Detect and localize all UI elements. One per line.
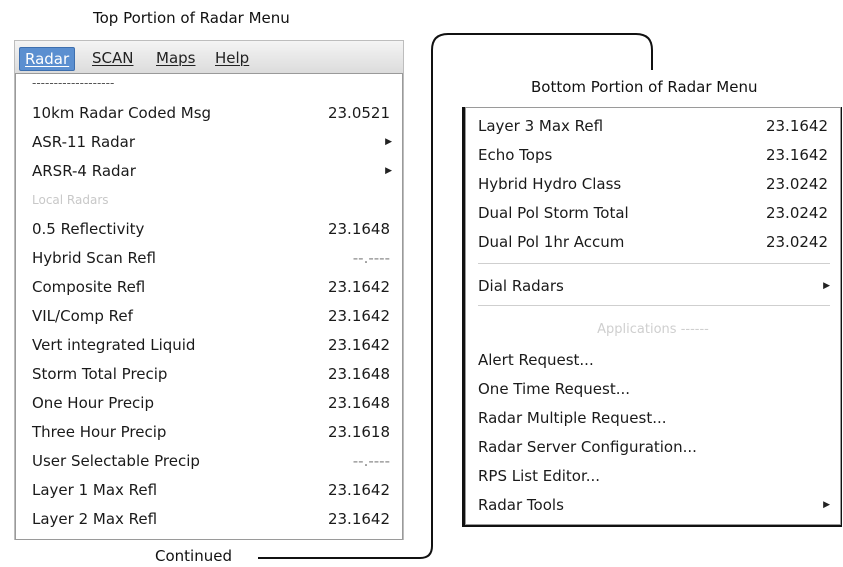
menu-item-label: Storm Total Precip: [32, 365, 168, 383]
menu-item-value: 23.1642: [327, 481, 390, 499]
menu-separator: [478, 263, 830, 264]
menu-item-vert-liquid[interactable]: Vert integrated Liquid 23.1642: [16, 332, 402, 361]
menu-item-label: Echo Tops: [478, 146, 553, 164]
submenu-arrow-icon: ▶: [385, 166, 392, 176]
submenu-arrow-icon: ▶: [385, 137, 392, 147]
menu-item-vil-comp[interactable]: VIL/Comp Ref 23.1642: [16, 303, 402, 332]
applications-header: Applications ------: [597, 322, 709, 337]
menu-item-label: Hybrid Hydro Class: [478, 175, 622, 193]
menu-item-label: One Hour Precip: [32, 394, 154, 412]
menu-item-radar-tools[interactable]: Radar Tools ▶: [466, 492, 840, 521]
menu-maps[interactable]: Maps: [151, 47, 200, 69]
submenu-arrow-icon: ▶: [823, 281, 830, 291]
menu-item-value: --.----: [352, 249, 390, 267]
menu-item-label: Composite Refl: [32, 278, 146, 296]
menu-item-label: 10km Radar Coded Msg: [32, 104, 212, 122]
menu-item-asr11[interactable]: ASR-11 Radar ▶: [16, 129, 402, 158]
menu-item-value: 23.0242: [765, 233, 828, 251]
menu-separator: [478, 305, 830, 306]
menu-item-reflectivity[interactable]: 0.5 Reflectivity 23.1648: [16, 216, 402, 245]
menu-item-user-selectable[interactable]: User Selectable Precip --.----: [16, 448, 402, 477]
menu-item-layer3[interactable]: Layer 3 Max Refl 23.1642: [466, 113, 840, 142]
menu-item-label: 0.5 Reflectivity: [32, 220, 145, 238]
menu-item-value: --.----: [352, 452, 390, 470]
tearoff-line[interactable]: -------------------: [32, 76, 114, 90]
menu-item-value: 23.0242: [765, 175, 828, 193]
menu-item-local-radars: Local Radars: [16, 187, 402, 216]
menu-item-radar-server-config[interactable]: Radar Server Configuration...: [466, 434, 840, 463]
menu-item-label: Hybrid Scan Refl: [32, 249, 156, 267]
menu-item-label: Radar Tools: [478, 496, 564, 514]
menu-item-label: User Selectable Precip: [32, 452, 200, 470]
menu-item-layer1[interactable]: Layer 1 Max Refl 23.1642: [16, 477, 402, 506]
menu-item-label: Three Hour Precip: [32, 423, 167, 441]
menu-item-hybrid-hydro[interactable]: Hybrid Hydro Class 23.0242: [466, 171, 840, 200]
caption-bottom: Bottom Portion of Radar Menu: [531, 78, 758, 96]
menu-item-one-hour[interactable]: One Hour Precip 23.1648: [16, 390, 402, 419]
menu-item-dual-pol-storm[interactable]: Dual Pol Storm Total 23.0242: [466, 200, 840, 229]
menu-item-label: Local Radars: [32, 193, 109, 207]
menu-item-label: ASR-11 Radar: [32, 133, 136, 151]
menu-item-dual-pol-1hr[interactable]: Dual Pol 1hr Accum 23.0242: [466, 229, 840, 258]
menu-item-value: 23.1648: [327, 220, 390, 238]
menubar: Radar SCAN Maps Help: [15, 41, 403, 74]
menu-item-value: 23.1642: [765, 146, 828, 164]
submenu-arrow-icon: ▶: [823, 500, 830, 510]
menu-item-10km-radar[interactable]: 10km Radar Coded Msg 23.0521: [16, 100, 402, 129]
menu-item-label: Vert integrated Liquid: [32, 336, 196, 354]
menu-item-label: ARSR-4 Radar: [32, 162, 136, 180]
menu-item-label: Dual Pol 1hr Accum: [478, 233, 625, 251]
menu-item-value: 23.0242: [765, 204, 828, 222]
radar-menu-top: ------------------- 10km Radar Coded Msg…: [15, 73, 403, 540]
radar-menu-bottom: Layer 3 Max Refl 23.1642 Echo Tops 23.16…: [465, 107, 841, 525]
menu-item-three-hour[interactable]: Three Hour Precip 23.1618: [16, 419, 402, 448]
menu-item-value: 23.1642: [327, 307, 390, 325]
caption-top: Top Portion of Radar Menu: [93, 9, 290, 27]
menu-item-echo-tops[interactable]: Echo Tops 23.1642: [466, 142, 840, 171]
menu-item-radar-multiple-request[interactable]: Radar Multiple Request...: [466, 405, 840, 434]
menu-item-label: Layer 1 Max Refl: [32, 481, 158, 499]
menu-item-label: Radar Server Configuration...: [478, 438, 697, 456]
menu-item-value: 23.1642: [327, 336, 390, 354]
menu-item-value: 23.1648: [327, 365, 390, 383]
menu-item-layer2[interactable]: Layer 2 Max Refl 23.1642: [16, 506, 402, 535]
menu-item-value: 23.1642: [327, 278, 390, 296]
menu-item-label: Layer 2 Max Refl: [32, 510, 158, 528]
menu-item-storm-total[interactable]: Storm Total Precip 23.1648: [16, 361, 402, 390]
menu-item-label: Dual Pol Storm Total: [478, 204, 629, 222]
menu-radar[interactable]: Radar: [19, 47, 76, 71]
menu-item-composite-refl[interactable]: Composite Refl 23.1642: [16, 274, 402, 303]
menu-item-label: Radar Multiple Request...: [478, 409, 667, 427]
menu-item-alert-request[interactable]: Alert Request...: [466, 347, 840, 376]
menu-item-value: 23.1642: [327, 510, 390, 528]
menu-item-value: 23.0521: [327, 104, 390, 122]
menu-item-arsr4[interactable]: ARSR-4 Radar ▶: [16, 158, 402, 187]
menu-item-one-time-request[interactable]: One Time Request...: [466, 376, 840, 405]
menu-item-label: One Time Request...: [478, 380, 631, 398]
menu-help[interactable]: Help: [210, 47, 254, 69]
menu-scan[interactable]: SCAN: [87, 47, 138, 69]
menu-item-value: 23.1618: [327, 423, 390, 441]
menu-item-value: 23.1648: [327, 394, 390, 412]
menu-item-label: Alert Request...: [478, 351, 594, 369]
menu-item-dial-radars[interactable]: Dial Radars ▶: [466, 273, 840, 302]
menu-item-label: VIL/Comp Ref: [32, 307, 133, 325]
menu-item-label: Dial Radars: [478, 277, 564, 295]
radar-window-bottom: Layer 3 Max Refl 23.1642 Echo Tops 23.16…: [462, 107, 842, 527]
menu-item-label: RPS List Editor...: [478, 467, 601, 485]
menu-item-hybrid-scan[interactable]: Hybrid Scan Refl --.----: [16, 245, 402, 274]
menu-item-value: 23.1642: [765, 117, 828, 135]
menu-item-rps-list-editor[interactable]: RPS List Editor...: [466, 463, 840, 492]
caption-continued: Continued: [155, 547, 232, 565]
menu-item-label: Layer 3 Max Refl: [478, 117, 604, 135]
